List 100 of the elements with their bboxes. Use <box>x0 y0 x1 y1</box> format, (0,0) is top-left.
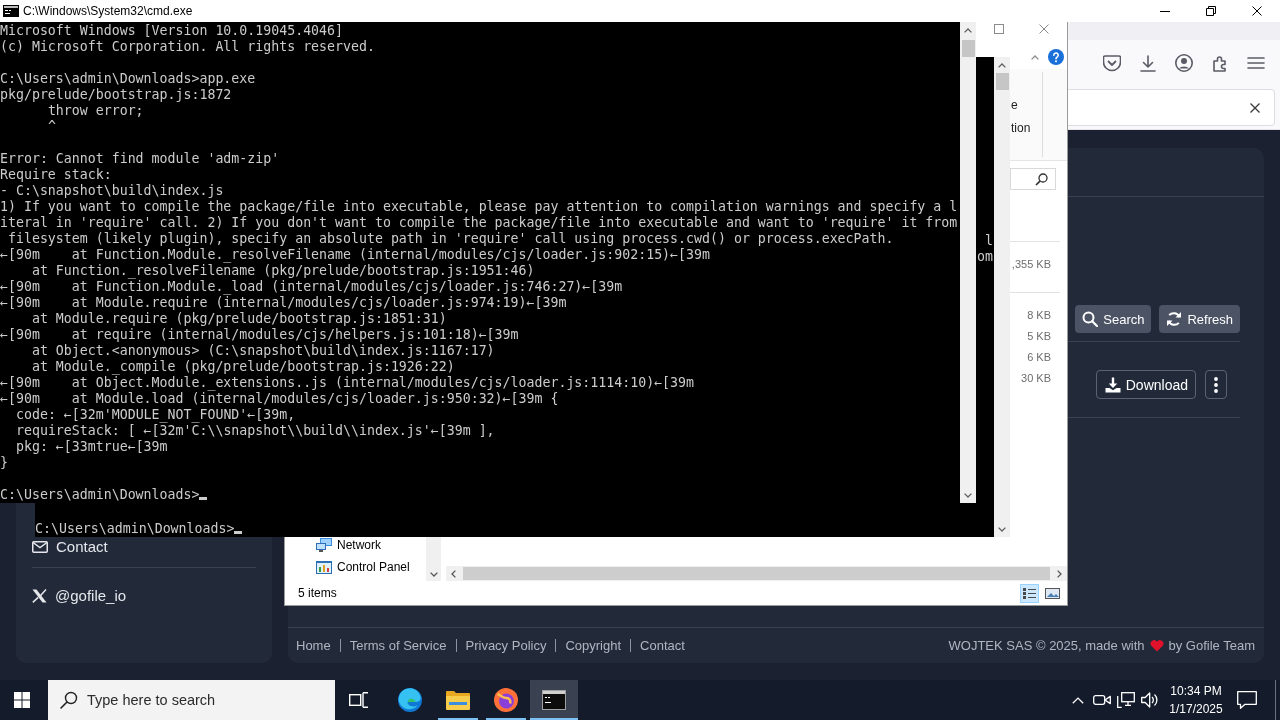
search-button[interactable]: Search <box>1075 305 1152 333</box>
details-view-icon <box>1023 587 1036 599</box>
console-line: pkg/prelude/bootstrap.js:1872 <box>0 87 232 102</box>
file-size: 8 KB <box>1027 309 1051 322</box>
volume-icon[interactable] <box>1141 692 1159 708</box>
help-icon[interactable] <box>1048 49 1064 65</box>
download-button[interactable]: Download <box>1095 370 1196 399</box>
puzzle-icon[interactable] <box>1213 54 1227 72</box>
footer-link[interactable]: Terms of Service <box>349 638 447 653</box>
nav-item[interactable]: Network <box>316 537 381 553</box>
footer-link[interactable]: Home <box>296 638 331 653</box>
footer-link[interactable]: Contact <box>640 638 685 653</box>
account-icon[interactable] <box>1175 54 1193 72</box>
terminal-icon <box>542 690 566 710</box>
sidebar-link[interactable]: @gofile_io <box>32 586 127 606</box>
scrollbar-thumb[interactable] <box>463 567 1050 580</box>
console-prompt: C:\Users\admin\Downloads> <box>0 487 200 502</box>
close-icon <box>1252 6 1262 16</box>
console-line: filesystem (likely plugin), specify an absolute path in 'require' call using process.cwd() or process.execPath. <box>8 231 894 246</box>
console-line: Error: Cannot find module 'adm-zip' <box>0 151 280 166</box>
scrollbar-thumb[interactable] <box>995 73 1009 90</box>
clock-date: 1/17/2025 <box>1169 701 1223 717</box>
close-icon <box>1039 24 1049 34</box>
status-text: 5 items <box>298 586 337 600</box>
console-line: Microsoft Windows [Version 10.0.19045.4046] <box>0 23 344 38</box>
more-icon <box>1214 376 1218 393</box>
windows-logo-icon <box>14 692 30 708</box>
x-logo-icon <box>32 589 47 603</box>
network-icon <box>316 538 332 552</box>
search-icon <box>1035 172 1048 186</box>
pocket-icon[interactable] <box>1103 54 1121 72</box>
ribbon-label: e <box>1011 98 1018 113</box>
close-icon[interactable] <box>1250 102 1260 113</box>
firefox-icon <box>494 688 518 712</box>
ribbon-label: tion <box>1011 121 1031 136</box>
menu-icon[interactable] <box>1247 57 1265 69</box>
heart-icon <box>1149 639 1164 652</box>
video-camera-icon[interactable] <box>1093 693 1111 707</box>
minimize-icon <box>1160 10 1170 12</box>
console-line: at Module.require (pkg/prelude/bootstrap.js:1851:31) <box>31 311 447 326</box>
restore-icon <box>1206 6 1216 16</box>
file-size: 5 KB <box>1027 330 1051 343</box>
credit-text: by Gofile Team <box>1168 638 1255 653</box>
nav-item[interactable]: Control Panel <box>316 559 410 575</box>
terminal-icon <box>3 5 19 17</box>
picture-view-icon <box>1045 587 1060 599</box>
console-line: throw error; <box>47 103 144 118</box>
network-icon[interactable] <box>1117 692 1135 708</box>
chevron-left-icon[interactable] <box>451 569 456 578</box>
view-button[interactable] <box>1020 583 1039 603</box>
console-line: at Function._resolveFilename (pkg/prelude/bootstrap.js:1951:46) <box>31 263 535 278</box>
refresh-button[interactable]: Refresh <box>1159 305 1240 333</box>
scrollbar[interactable] <box>446 566 1067 581</box>
scrollbar[interactable] <box>994 57 1010 537</box>
scrollbar[interactable] <box>426 537 441 581</box>
console-line: } <box>0 455 8 470</box>
footer-link[interactable]: Copyright <box>565 638 622 653</box>
console-line: C:\Users\admin\Downloads>app.exe <box>0 71 256 86</box>
notification-icon[interactable] <box>1237 691 1257 709</box>
file-size: ,355 KB <box>1011 258 1051 271</box>
console-line: (c) Microsoft Corporation. All rights reserved. <box>0 39 375 54</box>
console-prompt: C:\Users\admin\Downloads> <box>35 521 235 536</box>
console-line: Require stack: <box>0 167 112 182</box>
scrollbar[interactable] <box>960 22 976 503</box>
chevron-down-icon[interactable] <box>998 526 1006 532</box>
chevron-down-icon[interactable] <box>429 572 438 577</box>
console-line: ^ <box>47 119 56 134</box>
console-line: code: ←[32m'MODULE_NOT_FOUND'←[39m, <box>15 407 296 422</box>
console-line: 1) If you want to compile the package/file into executable, please pay attention to compilation warnings and specify a l <box>0 199 958 214</box>
chevron-down-icon[interactable] <box>964 492 972 498</box>
console-line: at Object.<anonymous> (C:\snapshot\build\index.js:1167:17) <box>31 343 495 358</box>
download-icon <box>1104 376 1121 393</box>
console-line: at Module._compile (pkg/prelude/bootstrap.js:1926:22) <box>31 359 455 374</box>
console-line: pkg: ←[33mtrue←[39m <box>15 439 168 454</box>
chevron-right-icon[interactable] <box>1057 569 1062 578</box>
search-field[interactable] <box>1010 168 1056 190</box>
control-panel-icon <box>316 560 332 574</box>
taskbar-app-button[interactable] <box>530 680 578 720</box>
console-line: iteral in 'require' call. 2) If you don't want to compile the package/file into executable and want to 'require' it from <box>0 215 958 230</box>
refresh-icon <box>1166 311 1183 327</box>
sidebar-link[interactable]: Contact <box>32 537 108 557</box>
console-line: ←[90m at Module.require (internal/modules/cjs/loader.js:974:19)←[39m <box>0 295 567 310</box>
search-field[interactable]: Type here to search <box>48 680 335 720</box>
console-line: requireStack: [ ←[32m'C:\\snapshot\\build\\index.js'←[39m ], <box>15 423 495 438</box>
download-icon[interactable] <box>1140 54 1156 72</box>
console-line: ←[90m at Function.Module._resolveFilename (internal/modules/cjs/loader.js:902:15)←[39m <box>0 247 710 262</box>
window-title: C:\Windows\System32\cmd.exe <box>23 4 193 18</box>
task-view-icon <box>349 692 369 708</box>
console-line: ←[90m at require (internal/modules/cjs/helpers.js:101:18)←[39m <box>0 327 519 342</box>
scrollbar-thumb[interactable] <box>961 40 975 57</box>
console-line: om <box>977 249 993 265</box>
more-button[interactable] <box>1205 370 1227 399</box>
console-line: l <box>985 233 993 249</box>
search-icon <box>1082 311 1099 327</box>
footer-link[interactable]: Privacy Policy <box>465 638 547 653</box>
cursor-icon <box>234 531 243 534</box>
file-size: 30 KB <box>1021 372 1051 385</box>
file-size: 6 KB <box>1027 351 1051 364</box>
edge-icon <box>398 688 422 712</box>
clock-time: 10:34 PM <box>1170 683 1222 699</box>
